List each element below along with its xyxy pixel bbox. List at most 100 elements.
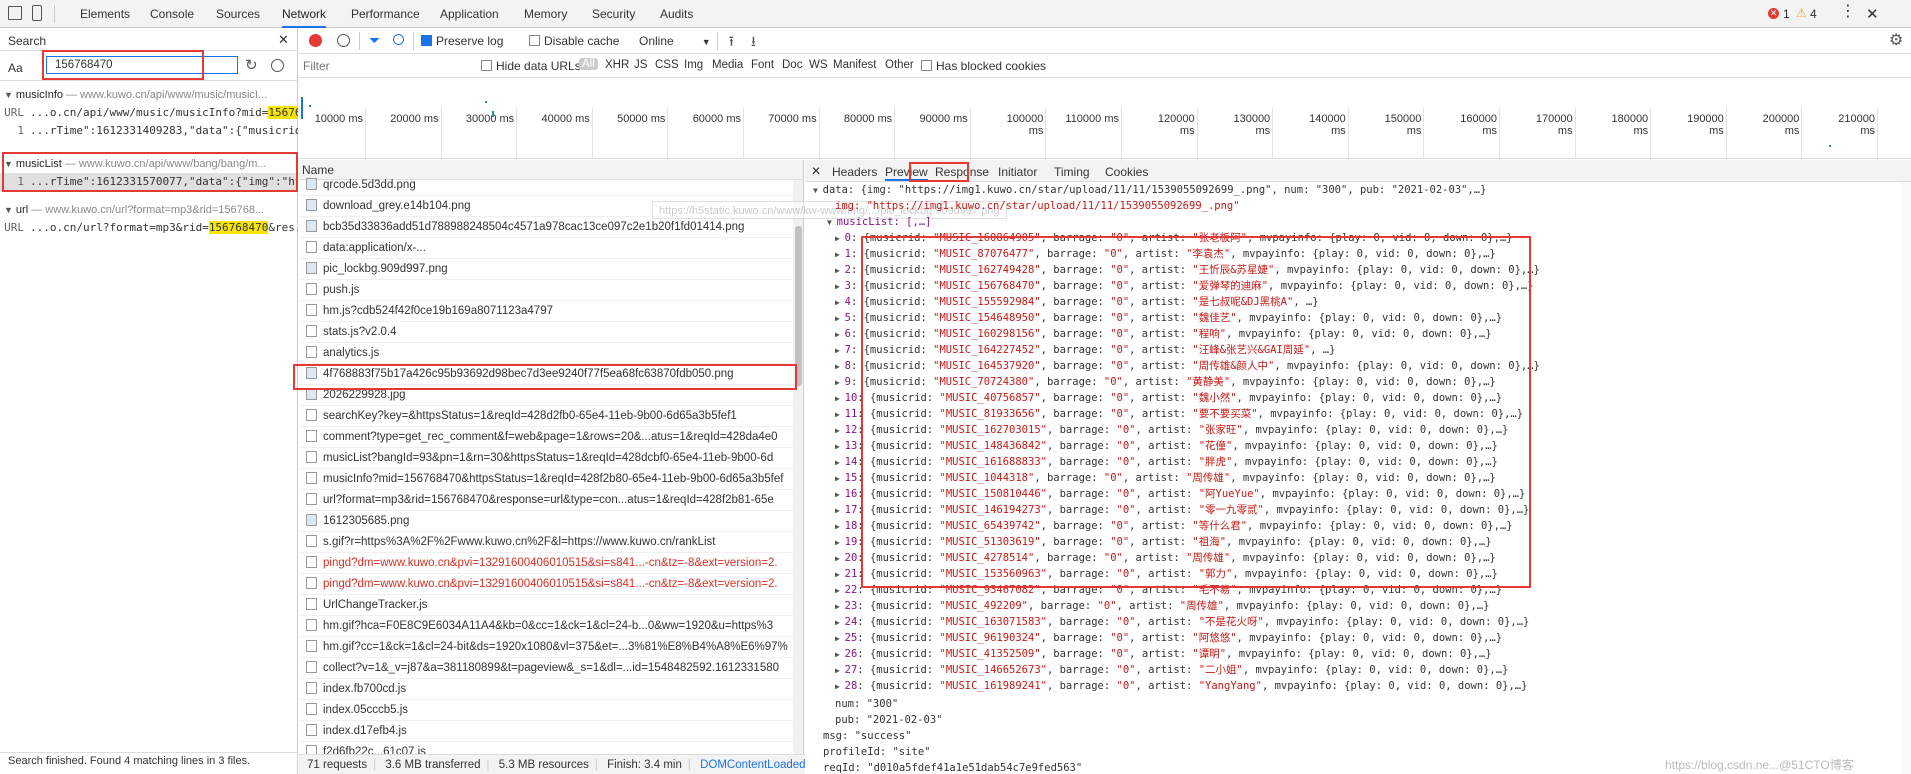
tab-response[interactable]: Response xyxy=(935,165,989,179)
record-icon[interactable] xyxy=(309,34,322,47)
music-item-row[interactable]: ▶ 11: {musicrid: "MUSIC_81933656", barra… xyxy=(835,406,1523,422)
search-input[interactable]: 156768470 xyxy=(46,56,238,74)
music-item-row[interactable]: ▶ 16: {musicrid: "MUSIC_150810446", barr… xyxy=(835,486,1525,502)
music-item-row[interactable]: ▶ 13: {musicrid: "MUSIC_148436842", barr… xyxy=(835,438,1498,454)
tab-headers[interactable]: Headers xyxy=(832,165,877,179)
request-row[interactable]: 1612305685.png xyxy=(299,511,803,532)
request-row[interactable]: qrcode.5d3dd.png xyxy=(299,175,803,196)
tree-node-data[interactable]: ▼ data: {img: "https://img1.kuwo.cn/star… xyxy=(813,182,1486,198)
request-row[interactable]: hm.gif?cc=1&ck=1&cl=24-bit&ds=1920x1080&… xyxy=(299,637,803,658)
filter-input[interactable] xyxy=(303,57,473,75)
request-row[interactable]: s.gif?r=https%3A%2F%2Fwww.kuwo.cn%2F&l=h… xyxy=(299,532,803,553)
music-item-row[interactable]: ▶ 26: {musicrid: "MUSIC_41352509", barra… xyxy=(835,646,1492,662)
music-item-row[interactable]: ▶ 1: {musicrid: "MUSIC_87076477", barrag… xyxy=(835,246,1496,262)
request-row[interactable]: f2d6fb22c...61c07.js xyxy=(299,742,803,754)
music-item-row[interactable]: ▶ 12: {musicrid: "MUSIC_162703015", barr… xyxy=(835,422,1508,438)
request-row[interactable]: UrlChangeTracker.js xyxy=(299,595,803,616)
filter-type-media[interactable]: Media xyxy=(712,59,743,71)
close-search-icon[interactable]: ✕ xyxy=(278,32,289,48)
result-group-musicinfo[interactable]: ▼ musicInfo — www.kuwo.cn/api/www/music/m… xyxy=(0,86,298,104)
music-item-row[interactable]: ▶ 14: {musicrid: "MUSIC_161688833", barr… xyxy=(835,454,1498,470)
music-item-row[interactable]: ▶ 3: {musicrid: "MUSIC_156768470", barra… xyxy=(835,278,1534,294)
preview-scrollbar[interactable] xyxy=(1901,182,1911,774)
request-row[interactable]: url?format=mp3&rid=156768470&response=ur… xyxy=(299,490,803,511)
filter-type-font[interactable]: Font xyxy=(751,59,774,71)
request-row[interactable]: index.05cccb5.js xyxy=(299,700,803,721)
request-row[interactable]: pingd?dm=www.kuwo.cn&pvi=132916004060105… xyxy=(299,574,803,595)
tab-performance[interactable]: Performance xyxy=(351,0,420,28)
result-line[interactable]: URL ...o.cn/api/www/music/musicInfo?mid=1… xyxy=(0,104,298,122)
filter-type-doc[interactable]: Doc xyxy=(782,59,802,71)
request-row[interactable]: hm.gif?hca=F0E8C9E6034A11A4&kb=0&cc=1&ck… xyxy=(299,616,803,637)
hide-data-urls-checkbox[interactable]: Hide data URLs xyxy=(481,59,581,73)
blocked-cookies-checkbox[interactable]: Has blocked cookies xyxy=(921,59,1046,73)
tab-sources[interactable]: Sources xyxy=(216,0,260,28)
tab-console[interactable]: Console xyxy=(150,0,194,28)
clear-log-icon[interactable] xyxy=(337,34,350,47)
match-case-toggle[interactable]: Aa xyxy=(8,61,23,75)
filter-type-ws[interactable]: WS xyxy=(809,59,828,71)
settings-gear-icon[interactable]: ⚙ xyxy=(1889,30,1903,50)
music-item-row[interactable]: ▶ 0: {musicrid: "MUSIC_160864905", barra… xyxy=(835,230,1513,246)
filter-type-img[interactable]: Img xyxy=(684,59,703,71)
request-row[interactable]: pic_lockbg.909d997.png xyxy=(299,259,803,280)
request-row[interactable]: push.js xyxy=(299,280,803,301)
filter-type-all[interactable]: All xyxy=(579,58,598,70)
music-item-row[interactable]: ▶ 10: {musicrid: "MUSIC_40756857", barra… xyxy=(835,390,1502,406)
filter-type-js[interactable]: JS xyxy=(634,59,647,71)
music-item-row[interactable]: ▶ 5: {musicrid: "MUSIC_154648950", barra… xyxy=(835,310,1502,326)
throttle-select[interactable]: Online ▼ xyxy=(639,34,711,48)
music-item-row[interactable]: ▶ 22: {musicrid: "MUSIC_93467082", barra… xyxy=(835,582,1502,598)
request-row[interactable]: musicList?bangId=93&pn=1&rn=30&httpsStat… xyxy=(299,448,803,469)
request-row[interactable]: collect?v=1&_v=j87&a=381180899&t=pagevie… xyxy=(299,658,803,679)
request-row[interactable]: stats.js?v2.0.4 xyxy=(299,322,803,343)
tab-elements[interactable]: Elements xyxy=(80,0,130,28)
music-item-row[interactable]: ▶ 23: {musicrid: "MUSIC_492209", barrage… xyxy=(835,598,1489,614)
clear-icon[interactable] xyxy=(271,59,284,72)
close-devtools-icon[interactable]: ✕ xyxy=(1866,5,1879,23)
music-item-row[interactable]: ▶ 24: {musicrid: "MUSIC_163071583", barr… xyxy=(835,614,1529,630)
music-item-row[interactable]: ▶ 17: {musicrid: "MUSIC_146194273", barr… xyxy=(835,502,1529,518)
warning-icon[interactable]: ⚠ xyxy=(1796,6,1807,20)
music-item-row[interactable]: ▶ 28: {musicrid: "MUSIC_161989241", barr… xyxy=(835,678,1527,694)
filter-type-css[interactable]: CSS xyxy=(655,59,679,71)
music-item-row[interactable]: ▶ 27: {musicrid: "MUSIC_146652673", barr… xyxy=(835,662,1508,678)
music-item-row[interactable]: ▶ 2: {musicrid: "MUSIC_162749428", barra… xyxy=(835,262,1540,278)
tab-timing[interactable]: Timing xyxy=(1054,165,1090,179)
inspect-element-icon[interactable] xyxy=(8,6,22,20)
music-item-row[interactable]: ▶ 21: {musicrid: "MUSIC_153560963", barr… xyxy=(835,566,1498,582)
search-icon[interactable] xyxy=(393,34,404,45)
tab-security[interactable]: Security xyxy=(592,0,635,28)
export-har-icon[interactable]: ⭳ xyxy=(751,31,756,55)
request-row[interactable]: pingd?dm=www.kuwo.cn&pvi=132916004060105… xyxy=(299,553,803,574)
request-row[interactable]: musicInfo?mid=156768470&httpsStatus=1&re… xyxy=(299,469,803,490)
tab-audits[interactable]: Audits xyxy=(660,0,693,28)
request-row[interactable]: 2026229928.jpg xyxy=(299,385,803,406)
music-item-row[interactable]: ▶ 20: {musicrid: "MUSIC_4278514", barrag… xyxy=(835,550,1496,566)
music-item-row[interactable]: ▶ 4: {musicrid: "MUSIC_155592984", barra… xyxy=(835,294,1319,310)
music-item-row[interactable]: ▶ 25: {musicrid: "MUSIC_96190324", barra… xyxy=(835,630,1502,646)
refresh-icon[interactable]: ↻ xyxy=(245,56,258,74)
request-row[interactable]: bcb35d33836add51d788988248504c4571a978ca… xyxy=(299,217,803,238)
result-line[interactable]: URL ...o.cn/url?format=mp3&rid=156768470&… xyxy=(0,219,298,237)
result-line-selected[interactable]: 1 ...rTime":1612331570077,"data":{"img":"… xyxy=(0,173,298,191)
request-list-scrollbar[interactable] xyxy=(793,180,803,754)
tab-cookies[interactable]: Cookies xyxy=(1105,165,1148,179)
result-group-musiclist[interactable]: ▼ musicList — www.kuwo.cn/api/www/bang/ba… xyxy=(0,155,298,173)
filter-icon[interactable]: ⏷ xyxy=(369,32,380,49)
music-item-row[interactable]: ▶ 15: {musicrid: "MUSIC_1044318", barrag… xyxy=(835,470,1496,486)
music-item-row[interactable]: ▶ 19: {musicrid: "MUSIC_51303619", barra… xyxy=(835,534,1492,550)
music-item-row[interactable]: ▶ 6: {musicrid: "MUSIC_160298156", barra… xyxy=(835,326,1492,342)
filter-type-other[interactable]: Other xyxy=(885,59,914,71)
music-item-row[interactable]: ▶ 7: {musicrid: "MUSIC_164227452", barra… xyxy=(835,342,1335,358)
timeline-overview[interactable]: 10000 ms 20000 ms 30000 ms 40000 ms 50000 ms… xyxy=(299,79,1911,159)
tree-node-musiclist[interactable]: ▼ musicList: [,…] xyxy=(827,214,931,230)
result-line[interactable]: 1 ...rTime":1612331409283,"data":{"musicr… xyxy=(0,122,298,140)
tab-memory[interactable]: Memory xyxy=(524,0,567,28)
request-row[interactable]: index.d17efb4.js xyxy=(299,721,803,742)
error-icon[interactable]: ✕ xyxy=(1768,8,1779,19)
preserve-log-checkbox[interactable]: Preserve log xyxy=(421,34,503,48)
music-item-row[interactable]: ▶ 9: {musicrid: "MUSIC_70724380", barrag… xyxy=(835,374,1496,390)
filter-type-xhr[interactable]: XHR xyxy=(605,59,629,71)
music-item-row[interactable]: ▶ 8: {musicrid: "MUSIC_164537920", barra… xyxy=(835,358,1540,374)
